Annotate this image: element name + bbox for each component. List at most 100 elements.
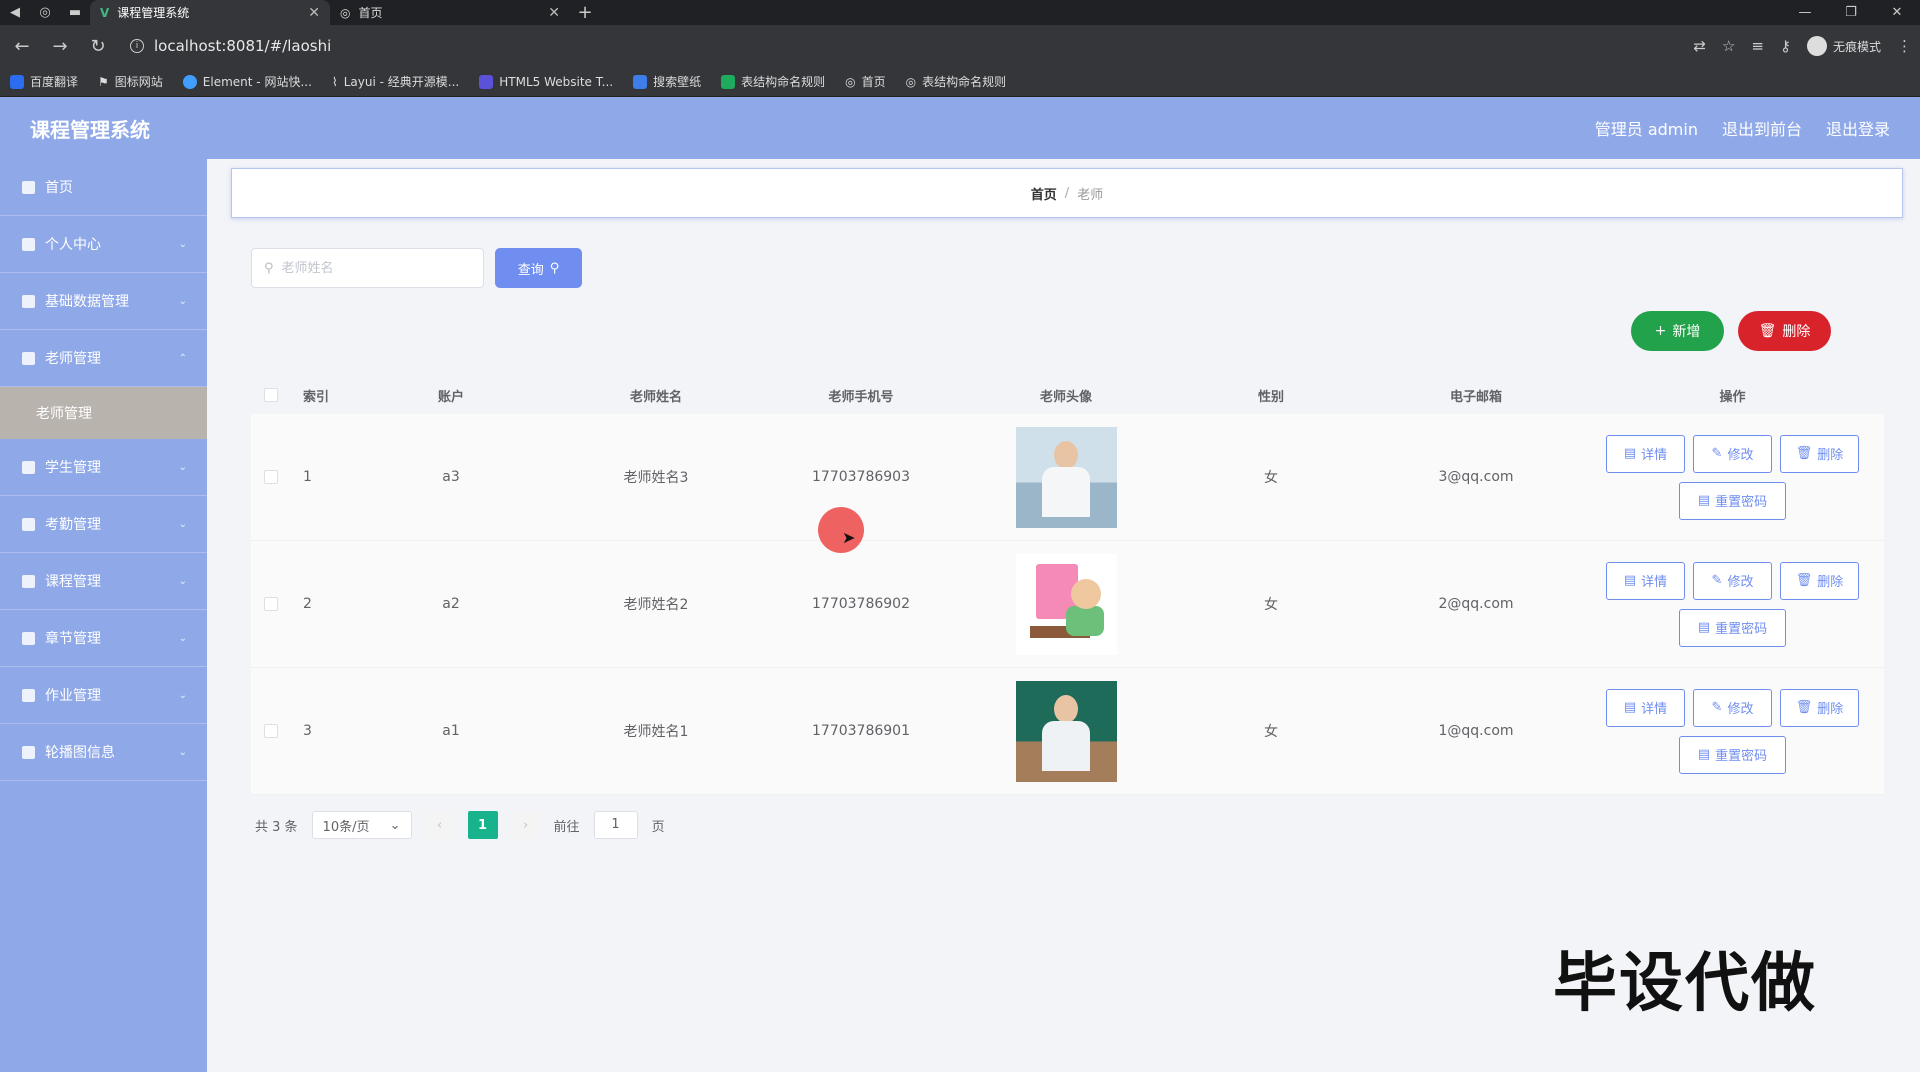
forward-icon[interactable]: → (46, 36, 74, 57)
trash-icon: 🗑 (1795, 700, 1813, 715)
delete-button[interactable]: 🗑 删除 (1780, 561, 1859, 600)
window-icon[interactable]: ▬ (60, 0, 90, 25)
breadcrumb-home[interactable]: 首页 (1031, 184, 1057, 203)
star-icon[interactable]: ☆ (1722, 37, 1735, 55)
reading-list-icon[interactable]: ≡ (1751, 37, 1764, 55)
prev-page-button[interactable]: ‹ (425, 811, 454, 839)
reset-password-button[interactable]: ▤ 重置密码 (1679, 608, 1786, 647)
cell-email: 2@qq.com (1438, 596, 1514, 612)
header-index: 索引 (303, 389, 330, 405)
sidebar-item-home[interactable]: 首页 (0, 159, 207, 216)
delete-button[interactable]: 🗑 删除 (1780, 688, 1859, 727)
bookmark-item[interactable]: ◎ 表结构命名规则 (906, 73, 1007, 90)
element-icon (182, 74, 197, 89)
edit-button[interactable]: ✎ 修改 (1693, 434, 1772, 473)
close-window-icon[interactable]: ✕ (1874, 5, 1920, 20)
detail-button[interactable]: ▤ 详情 (1606, 434, 1685, 473)
document-icon: ▤ (1623, 700, 1637, 715)
key-icon[interactable]: ⚷ (1780, 37, 1791, 55)
next-page-button[interactable]: › (511, 811, 540, 839)
sidebar-item-courses[interactable]: 课程管理 ⌄ (0, 553, 207, 610)
bookmark-item[interactable]: 百度翻译 (10, 73, 78, 90)
sidebar-item-basic-data[interactable]: 基础数据管理 ⌄ (0, 273, 207, 330)
delete-button[interactable]: 🗑 删除 (1780, 434, 1859, 473)
breadcrumb-current: 老师 (1077, 187, 1104, 203)
add-button[interactable]: + 新增 (1631, 311, 1724, 351)
bookmark-item[interactable]: ⚑ 图标网站 (98, 73, 163, 90)
row-checkbox[interactable] (264, 470, 278, 484)
detail-button[interactable]: ▤ 详情 (1606, 688, 1685, 727)
globe-icon[interactable]: ◎ (30, 0, 60, 25)
bookmark-item[interactable]: ⌇ Layui - 经典开源模... (332, 73, 459, 90)
header-avatar: 老师头像 (1039, 389, 1092, 405)
bookmark-item[interactable]: ◎ 首页 (845, 73, 886, 90)
edit-button[interactable]: ✎ 修改 (1693, 561, 1772, 600)
sidebar-item-attendance[interactable]: 考勤管理 ⌄ (0, 496, 207, 553)
translate-icon[interactable]: ⇄ (1693, 37, 1706, 55)
search-field[interactable]: ⚲ (251, 248, 484, 288)
app-header: 课程管理系统 管理员 admin 退出到前台 退出登录 (0, 97, 1920, 159)
cell-sex: 女 (1264, 724, 1278, 740)
flag-icon: ⚑ (98, 74, 109, 89)
sidebar-item-carousel[interactable]: 轮播图信息 ⌄ (0, 724, 207, 781)
minimize-icon[interactable]: — (1782, 5, 1828, 20)
teacher-avatar-image[interactable] (1015, 680, 1117, 782)
sidebar-item-chapters[interactable]: 章节管理 ⌄ (0, 610, 207, 667)
sidebar-subitem-teachers[interactable]: 老师管理 (0, 387, 207, 439)
restore-icon[interactable]: ❐ (1828, 5, 1874, 20)
bookmark-item[interactable]: Element - 网站快... (182, 73, 312, 90)
incognito-badge[interactable]: 无痕模式 (1806, 36, 1881, 56)
cell-sex: 女 (1264, 470, 1278, 486)
trash-icon: 🗑 (1758, 323, 1777, 339)
incognito-icon (1806, 36, 1827, 56)
edit-button[interactable]: ✎ 修改 (1693, 688, 1772, 727)
browser-tab-1[interactable]: V 课程管理系统 ✕ (90, 0, 330, 25)
bookmark-item[interactable]: HTML5 Website T... (479, 74, 613, 89)
back-to-front-link[interactable]: 退出到前台 (1722, 116, 1802, 140)
chevron-down-icon: ⌄ (178, 518, 187, 530)
teacher-avatar-image[interactable] (1015, 426, 1117, 528)
close-icon[interactable]: ✕ (308, 5, 320, 21)
page-number-active[interactable]: 1 (467, 811, 498, 839)
incognito-label: 无痕模式 (1832, 39, 1881, 54)
search-button[interactable]: 查询 ⚲ (495, 248, 582, 288)
detail-button[interactable]: ▤ 详情 (1606, 561, 1685, 600)
more-icon[interactable]: ⋮ (1897, 37, 1912, 55)
total-count: 共 3 条 (255, 819, 298, 835)
back-icon[interactable]: ← (8, 36, 36, 57)
sidebar-item-students[interactable]: 学生管理 ⌄ (0, 439, 207, 496)
logout-link[interactable]: 退出登录 (1826, 116, 1890, 140)
chevron-down-icon: ⌄ (178, 295, 187, 307)
info-icon[interactable]: i (130, 39, 144, 53)
header-sex: 性别 (1257, 389, 1284, 405)
sidebar-item-profile[interactable]: 个人中心 ⌄ (0, 216, 207, 273)
sidebar-item-homework[interactable]: 作业管理 ⌄ (0, 667, 207, 724)
table-row: 3 a1 老师姓名1 17703786901 女 1@qq.com ▤ 详情 ✎ 修… (251, 668, 1884, 795)
search-input[interactable] (281, 260, 462, 276)
image-icon (22, 745, 35, 759)
cell-account: a3 (442, 469, 460, 485)
url-field[interactable]: i localhost:8081/#/laoshi (122, 32, 1683, 60)
new-tab-button[interactable]: + (570, 2, 600, 23)
user-icon (22, 237, 35, 251)
row-checkbox[interactable] (264, 597, 278, 611)
teacher-avatar-image[interactable] (1015, 553, 1117, 655)
reset-password-button[interactable]: ▤ 重置密码 (1679, 481, 1786, 520)
speaker-icon[interactable]: ◀ (0, 0, 30, 25)
reload-icon[interactable]: ↻ (84, 36, 112, 57)
select-all-checkbox[interactable] (264, 388, 278, 402)
reset-password-button[interactable]: ▤ 重置密码 (1679, 735, 1786, 774)
browser-tab-2[interactable]: ◎ 首页 ✕ (330, 0, 570, 25)
goto-page-input[interactable]: 1 (593, 811, 638, 839)
bookmark-item[interactable]: 搜索壁纸 (633, 73, 701, 90)
chevron-down-icon: ⌄ (178, 238, 187, 250)
bulk-delete-button[interactable]: 🗑 删除 (1738, 311, 1831, 351)
cell-index: 1 (303, 469, 312, 485)
close-icon[interactable]: ✕ (548, 5, 560, 21)
page-size-select[interactable]: 10条/页 ⌄ (311, 811, 412, 839)
bookmark-item[interactable]: 表结构命名规则 (721, 73, 825, 90)
sidebar-item-teachers[interactable]: 老师管理 ⌃ (0, 330, 207, 387)
app-title: 课程管理系统 (30, 117, 150, 142)
bookmarks-bar: 百度翻译 ⚑ 图标网站 Element - 网站快... ⌇ Layui - 经典开… (0, 67, 1920, 97)
row-checkbox[interactable] (264, 724, 278, 738)
